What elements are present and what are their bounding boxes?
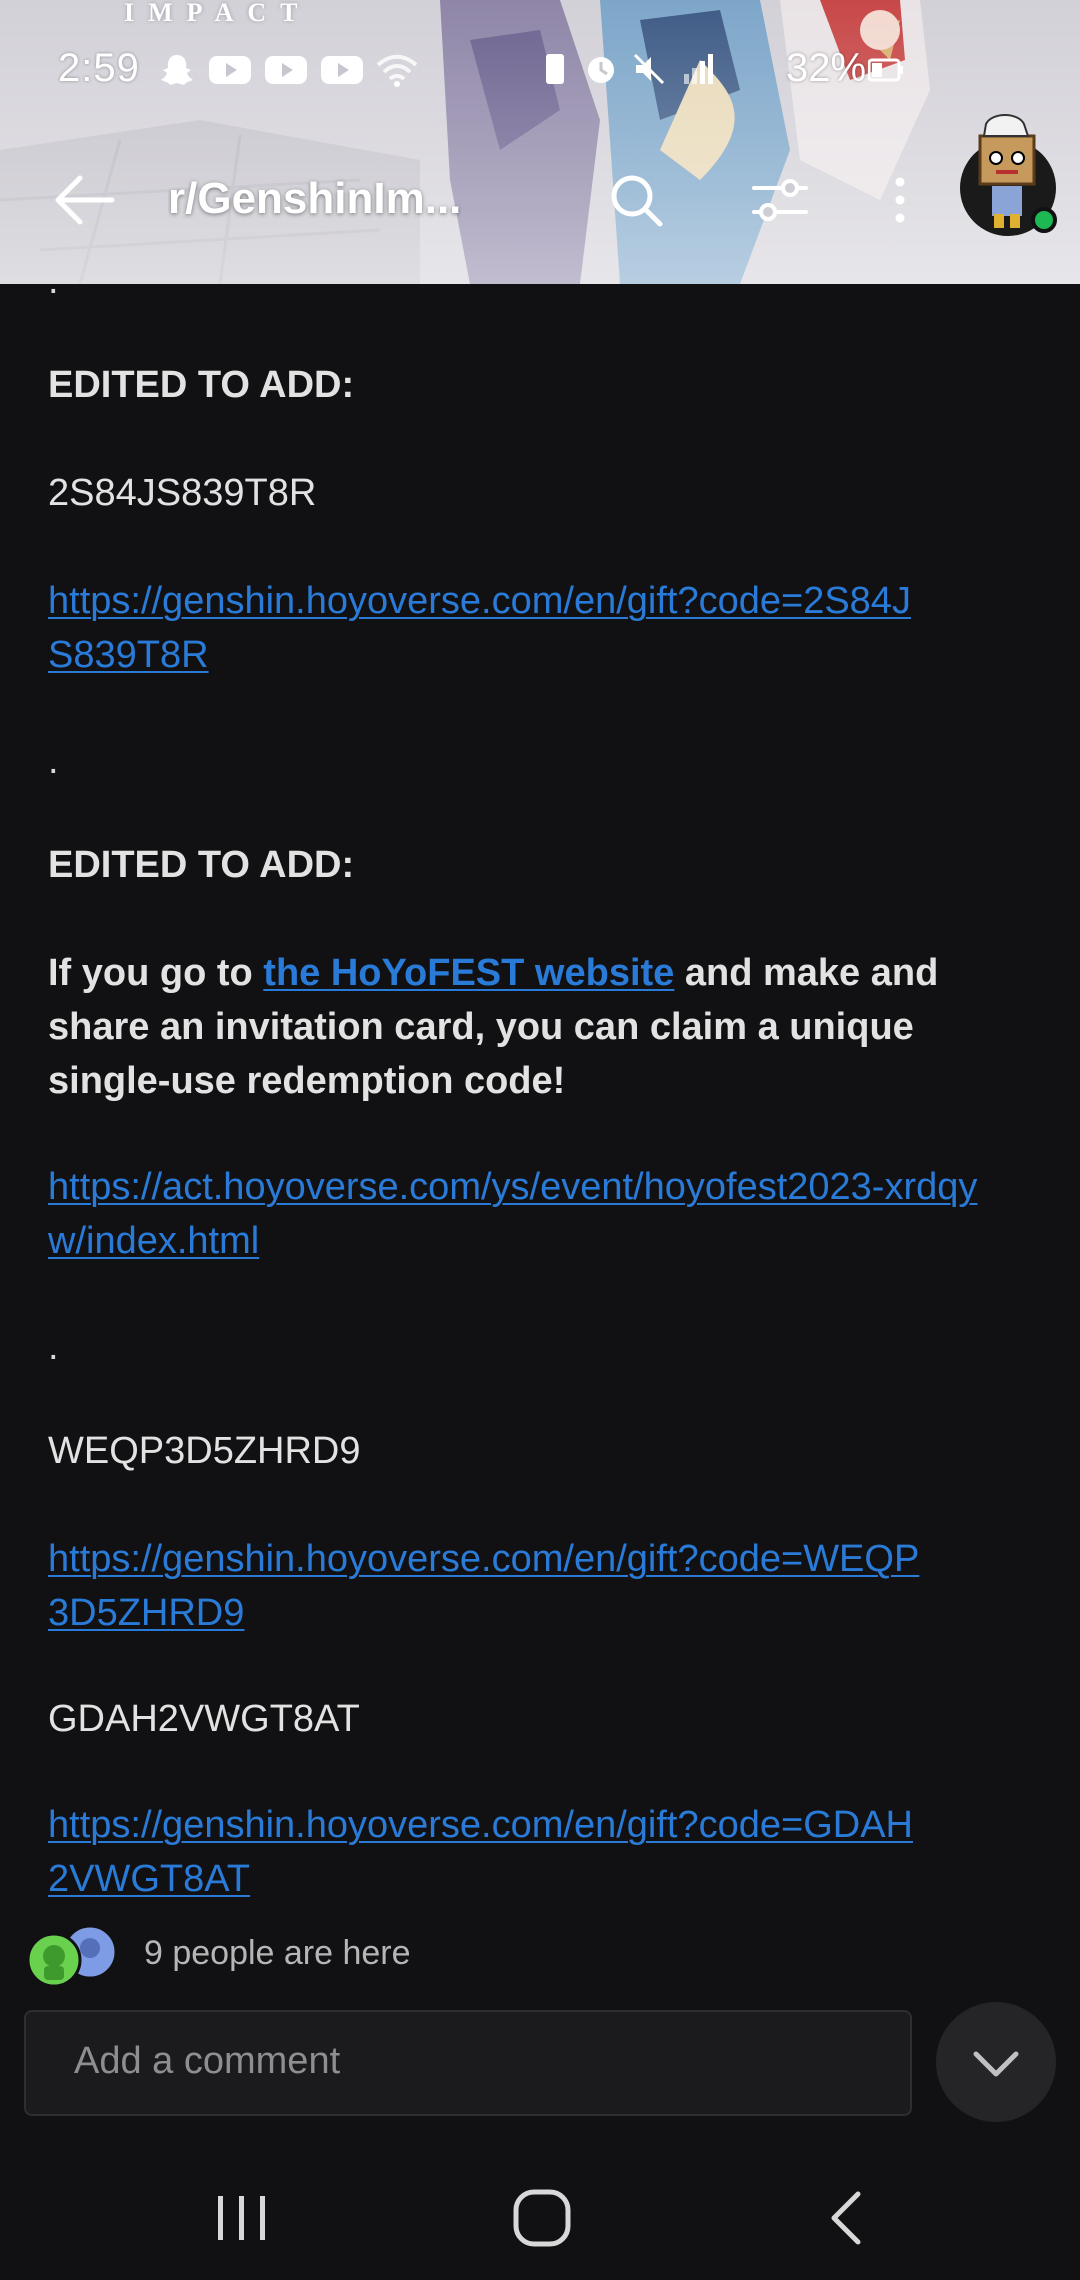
- notification-icons: [158, 52, 418, 88]
- vibrate-icon: [546, 54, 564, 84]
- system-nav-bar: [0, 2150, 1080, 2280]
- separator-dot: .: [48, 740, 59, 782]
- hoyofest-website-link[interactable]: the HoYoFEST website: [263, 952, 674, 994]
- reddit-post-screen: IMPACT 2:59 32% r/GenshinIm... . EDITED …: [0, 0, 1080, 2280]
- presence-count: 9 people are here: [144, 1934, 411, 1972]
- alarm-icon: [588, 57, 614, 83]
- redeem-code: GDAH2VWGT8AT: [48, 1698, 360, 1740]
- recent-apps-icon[interactable]: [212, 2188, 272, 2248]
- edit-heading: EDITED TO ADD:: [48, 364, 355, 406]
- redeem-code: 2S84JS839T8R: [48, 472, 317, 514]
- toolbar: r/GenshinIm...: [0, 150, 1080, 250]
- subreddit-header: IMPACT 2:59 32% r/GenshinIm...: [0, 0, 1080, 284]
- hoyofest-text-before: If you go to: [48, 952, 264, 994]
- search-icon[interactable]: [604, 168, 668, 232]
- home-icon[interactable]: [510, 2186, 574, 2250]
- subreddit-name[interactable]: r/GenshinIm...: [168, 174, 461, 224]
- comment-input[interactable]: Add a comment: [24, 2010, 912, 2116]
- snapchat-icon: [161, 55, 193, 85]
- hoyofest-paragraph: If you go to the HoYoFEST website and ma…: [48, 946, 1008, 1108]
- hoyofest-event-link[interactable]: https://act.hoyoverse.com/ys/event/hoyof…: [48, 1160, 1008, 1268]
- youtube-icon: [265, 56, 307, 84]
- edit-heading: EDITED TO ADD:: [48, 844, 355, 886]
- user-avatar[interactable]: [958, 108, 1062, 244]
- nav-back-icon[interactable]: [818, 2186, 878, 2250]
- collapse-button[interactable]: [936, 2002, 1056, 2122]
- battery-icon: [868, 58, 903, 82]
- comment-placeholder: Add a comment: [74, 2040, 341, 2082]
- presence-avatars: [26, 1924, 118, 1988]
- wifi-icon: [376, 54, 418, 87]
- separator-dot: .: [48, 260, 59, 302]
- status-bar: 2:59 32%: [0, 40, 1080, 100]
- separator-dot: .: [48, 1326, 59, 1368]
- mute-icon: [633, 53, 665, 85]
- filter-icon[interactable]: [748, 168, 812, 232]
- system-icons: [540, 52, 714, 86]
- gift-code-link[interactable]: https://genshin.hoyoverse.com/en/gift?co…: [48, 1798, 928, 1906]
- signal-icon: [684, 54, 713, 84]
- youtube-icon: [209, 56, 251, 84]
- presence-indicator: 9 people are here: [24, 1922, 624, 1992]
- redeem-code: WEQP3D5ZHRD9: [48, 1430, 361, 1472]
- gift-code-link[interactable]: https://genshin.hoyoverse.com/en/gift?co…: [48, 574, 928, 682]
- gift-code-link[interactable]: https://genshin.hoyoverse.com/en/gift?co…: [48, 1532, 928, 1640]
- game-logo-text: IMPACT: [124, 0, 312, 27]
- battery-percent: 32%: [786, 46, 867, 90]
- chevron-down-icon: [973, 2051, 1019, 2077]
- more-options-icon[interactable]: [880, 168, 920, 232]
- youtube-icon: [321, 56, 363, 84]
- status-time: 2:59: [58, 46, 140, 90]
- back-arrow-icon[interactable]: [50, 170, 120, 230]
